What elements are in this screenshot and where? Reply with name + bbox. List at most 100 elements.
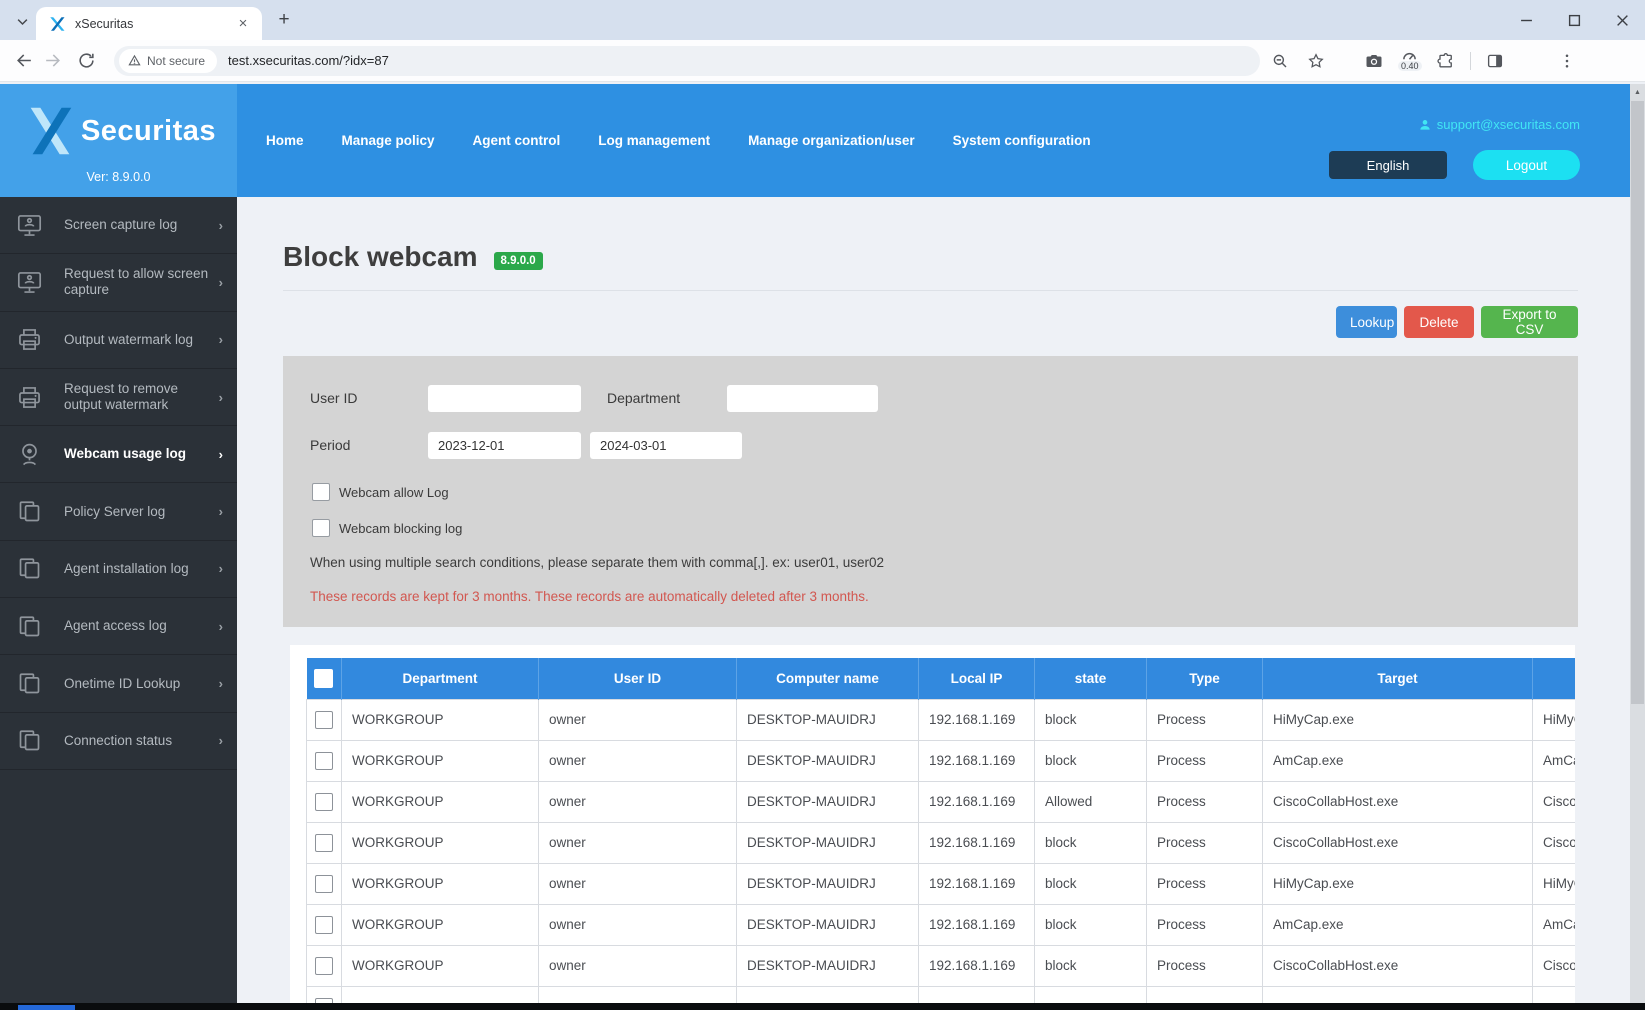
chevron-right-icon: › <box>219 676 223 691</box>
row-select-checkbox[interactable] <box>315 834 333 852</box>
extensions-puzzle-icon[interactable] <box>1434 49 1458 73</box>
cell-department: WORKGROUP <box>342 904 539 945</box>
export-csv-button[interactable]: Export to CSV <box>1481 306 1578 338</box>
row-select-checkbox[interactable] <box>315 875 333 893</box>
cell-type: Process <box>1147 740 1263 781</box>
zoom-out-icon[interactable] <box>1268 49 1292 73</box>
chevron-right-icon: › <box>219 275 223 290</box>
chevron-right-icon: › <box>219 390 223 405</box>
sidebar-item-onetime-id-lookup[interactable]: Onetime ID Lookup› <box>0 655 237 712</box>
cell-ip: 192.168.1.169 <box>919 699 1035 740</box>
table-row: WORKGROUPownerDESKTOP-MAUIDRJ192.168.1.1… <box>307 863 1576 904</box>
not-secure-badge[interactable]: Not secure <box>119 49 217 73</box>
sidebar-item-screen-capture-log[interactable]: Screen capture log› <box>0 197 237 254</box>
cell-user-id: owner <box>539 740 737 781</box>
sidebar: Screen capture log›Request to allow scre… <box>0 197 237 1003</box>
sidebar-item-policy-server-log[interactable]: Policy Server log› <box>0 483 237 540</box>
logout-button[interactable]: Logout <box>1473 150 1580 180</box>
warning-icon <box>128 54 141 67</box>
row-select-checkbox[interactable] <box>315 793 333 811</box>
nav-item-agent-control[interactable]: Agent control <box>473 133 561 148</box>
sidebar-item-webcam-usage-log[interactable]: Webcam usage log› <box>0 426 237 483</box>
sidebar-item-request-to-remove-output-watermark[interactable]: Request to remove output watermark› <box>0 369 237 426</box>
page-scrollbar[interactable]: ▲ <box>1630 84 1645 1003</box>
sidebar-item-connection-status[interactable]: Connection status› <box>0 713 237 770</box>
nav-item-manage-policy[interactable]: Manage policy <box>342 133 435 148</box>
department-input[interactable] <box>727 385 878 412</box>
sidebar-item-label: Connection status <box>64 733 219 749</box>
window-maximize-button[interactable] <box>1559 6 1589 34</box>
reload-icon[interactable] <box>72 47 100 75</box>
row-select-checkbox[interactable] <box>315 957 333 975</box>
tab-close-icon[interactable]: × <box>234 15 252 33</box>
sidebar-item-agent-access-log[interactable]: Agent access log› <box>0 598 237 655</box>
table-row: WORKGROUPownerDESKTOP-MAUIDRJ192.168.1.1… <box>307 740 1576 781</box>
new-tab-button[interactable]: + <box>272 8 296 32</box>
window-close-button[interactable] <box>1607 6 1637 34</box>
row-select-checkbox[interactable] <box>315 711 333 729</box>
cell-state: block <box>1035 945 1147 986</box>
url-bar[interactable]: Not secure test.xsecuritas.com/?idx=87 <box>114 46 1260 76</box>
copy-icon <box>16 555 43 582</box>
side-panel-icon[interactable] <box>1483 49 1507 73</box>
chevron-right-icon: › <box>219 561 223 576</box>
chevron-right-icon: › <box>219 332 223 347</box>
main-content: Block webcam 8.9.0.0 Lookup Delete Expor… <box>237 197 1630 1003</box>
period-from-input[interactable] <box>428 432 581 459</box>
account-email[interactable]: support@xsecuritas.com <box>1418 117 1580 132</box>
browser-menu-kebab-icon[interactable] <box>1555 49 1579 73</box>
scrollbar-thumb[interactable] <box>1631 101 1644 704</box>
cell-user-id: owner <box>539 863 737 904</box>
webcam-blocking-log-checkbox[interactable] <box>312 519 330 537</box>
chevron-right-icon: › <box>219 733 223 748</box>
cell-department: WORKGROUP <box>342 740 539 781</box>
performance-gauge-icon[interactable]: 0.40 <box>1398 50 1422 71</box>
cell-target: AmCap.exe <box>1263 740 1533 781</box>
cell-user-id: owner <box>539 781 737 822</box>
bookmark-star-icon[interactable] <box>1304 49 1328 73</box>
sidebar-item-label: Request to remove output watermark <box>64 381 219 413</box>
tab-title: xSecuritas <box>75 17 234 31</box>
select-all-checkbox[interactable] <box>314 669 333 688</box>
nav-item-log-management[interactable]: Log management <box>598 133 710 148</box>
logo-panel[interactable]: Securitas Ver: 8.9.0.0 <box>0 84 237 197</box>
lookup-button[interactable]: Lookup <box>1336 306 1397 338</box>
column-header-target: Target <box>1263 658 1533 699</box>
language-button[interactable]: English <box>1329 151 1447 179</box>
cell-state: block <box>1035 822 1147 863</box>
webcam-allow-log-checkbox[interactable] <box>312 483 330 501</box>
nav-item-home[interactable]: Home <box>266 133 304 148</box>
nav-item-manage-organization-user[interactable]: Manage organization/user <box>748 133 915 148</box>
printer-icon <box>16 384 43 411</box>
sidebar-item-agent-installation-log[interactable]: Agent installation log› <box>0 541 237 598</box>
cell-type: Process <box>1147 781 1263 822</box>
printer-icon <box>16 326 43 353</box>
scroll-up-arrow-icon[interactable]: ▲ <box>1630 89 1645 96</box>
tab-search-chevron-icon[interactable] <box>10 9 34 33</box>
monitor-icon <box>16 269 43 296</box>
row-select-checkbox[interactable] <box>315 752 333 770</box>
row-select-cell <box>307 863 342 904</box>
cell-type <box>1147 986 1263 1003</box>
cell-department: WORKGROUP <box>342 945 539 986</box>
table-row: WORKGROUPownerDESKTOP-MAUIDRJ192.168.1.1… <box>307 904 1576 945</box>
sidebar-item-label: Webcam usage log <box>64 446 219 462</box>
forward-icon[interactable] <box>38 47 66 75</box>
retention-notice-text: These records are kept for 3 months. The… <box>310 589 869 604</box>
sidebar-item-request-to-allow-screen-capture[interactable]: Request to allow screen capture› <box>0 254 237 311</box>
sidebar-item-label: Request to allow screen capture <box>64 266 219 298</box>
screenshot-camera-icon[interactable] <box>1362 49 1386 73</box>
row-select-checkbox[interactable] <box>315 916 333 934</box>
row-select-cell <box>307 904 342 945</box>
nav-item-system-configuration[interactable]: System configuration <box>953 133 1091 148</box>
cell-ip: 192.168.1.169 <box>919 904 1035 945</box>
browser-toolbar: Not secure test.xsecuritas.com/?idx=87 0… <box>0 40 1645 82</box>
delete-button[interactable]: Delete <box>1404 306 1474 338</box>
sidebar-item-output-watermark-log[interactable]: Output watermark log› <box>0 312 237 369</box>
browser-tab[interactable]: xSecuritas × <box>36 7 262 40</box>
user-id-input[interactable] <box>428 385 581 412</box>
cell-ip: 192.168.1.169 <box>919 822 1035 863</box>
window-minimize-button[interactable] <box>1511 6 1541 34</box>
period-to-input[interactable] <box>590 432 742 459</box>
back-icon[interactable] <box>10 47 38 75</box>
